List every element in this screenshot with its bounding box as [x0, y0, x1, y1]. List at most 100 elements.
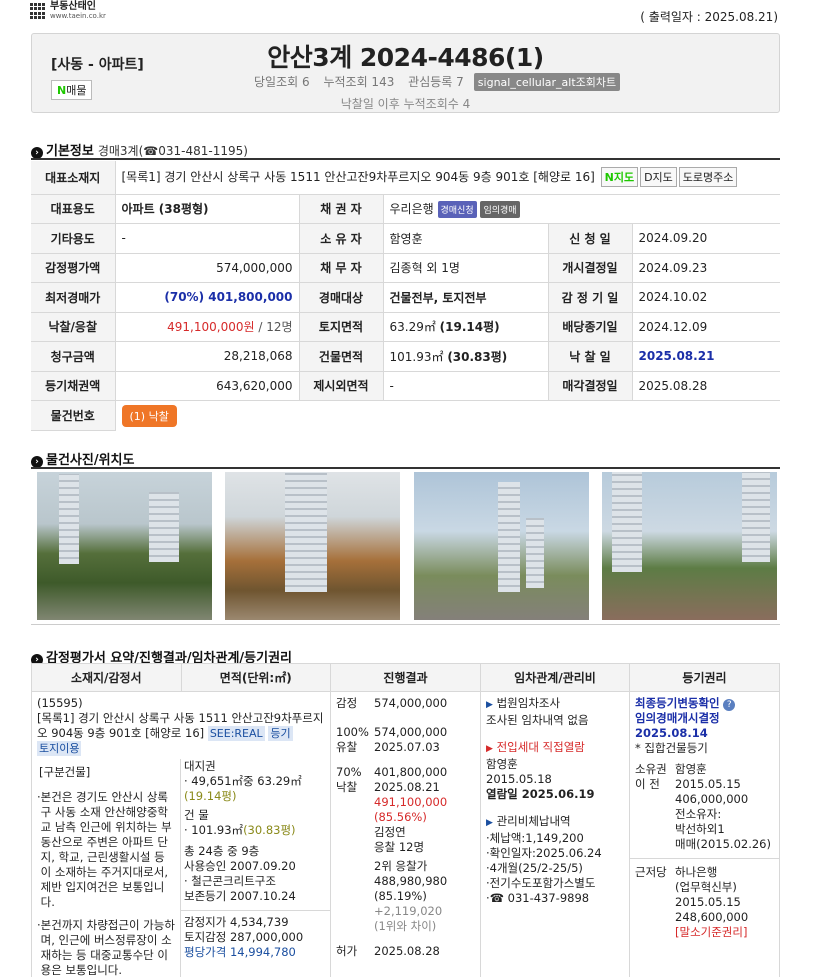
logo-url: www.taein.co.kr: [50, 12, 106, 20]
land-appraisal-value: 287,000,000: [229, 930, 304, 944]
pyeong-price-label: 평당가격: [184, 945, 227, 959]
floor-info: 총 24층 중 9층: [184, 844, 260, 858]
registry-note: * 집합건물등기: [635, 741, 708, 755]
location-area-cell: (15595) [목록1] 경기 안산시 상록구 사동 1511 안산고잔9차푸…: [31, 691, 331, 977]
list-item: · 본건은 경기도 안산시 상록구 사동 소재 안산해양중학교 남측 인근에 위치…: [37, 790, 175, 910]
round1-price: 574,000,000: [374, 725, 448, 739]
owner-value: 함영훈: [383, 223, 549, 254]
after-sale-views: 낙찰일 이후 누적조회수 4: [340, 97, 471, 111]
property-photo-4[interactable]: [601, 472, 777, 620]
move-in-view-title[interactable]: 전입세대 직접열람: [497, 740, 585, 754]
zip-code: (15595): [37, 696, 83, 710]
mortgage-branch: (업무혁신부): [675, 880, 737, 894]
bid-difference: +2,119,020: [374, 904, 443, 918]
auction-apply-tag: 경매신청: [437, 200, 477, 218]
table-row: 감정평가액 574,000,000 채 무 자 김종혁 외 1명 개시결정일 2…: [31, 253, 780, 283]
approval-date: 사용승인 2007.09.20: [184, 859, 296, 873]
property-photo-1[interactable]: [37, 472, 212, 620]
naver-map-button[interactable]: N지도: [600, 167, 639, 188]
appraisal-value: 574,000,000: [115, 253, 300, 283]
building-area-value: 101.93㎡: [389, 349, 448, 364]
land-right-area: · 49,651㎡중 63.29㎡: [184, 774, 302, 788]
round2-result: 낙찰: [336, 780, 358, 794]
usage-value: 아파트 (38평형): [115, 194, 300, 224]
auction-target-label: 경매대상: [299, 282, 384, 313]
price-block: 감정지가 4,534,739 토지감정 287,000,000 평당가격 14,…: [181, 910, 330, 960]
fee-check-date: ·확인일자:2025.06.24: [486, 846, 602, 860]
road-address-button[interactable]: 도로명주소: [678, 167, 738, 188]
progress-appraisal-label: 감정: [336, 696, 358, 710]
extra-area-value: -: [383, 371, 549, 401]
mortgage-bank: 하나은행: [675, 865, 718, 879]
debtor-label: 채 무 자: [299, 253, 384, 283]
round2-winner: 김정연: [374, 825, 406, 839]
land-price-value: 4,534,739: [229, 915, 289, 929]
views-total: 누적조회 143: [323, 75, 395, 89]
section-title: 물건사진/위치도: [46, 453, 135, 468]
appraisal-bullet-1: 본건은 경기도 안산시 상록구 사동 소재 안산해양중학교 남측 인근에 위치하…: [40, 790, 172, 909]
round1-date: 2025.07.03: [374, 740, 440, 754]
naver-map-label: N지도: [604, 171, 635, 185]
sale-decision-value: 2025.08.28: [632, 371, 780, 401]
latest-registry-check[interactable]: 최종등기변동확인: [635, 696, 720, 710]
daum-map-label: D지도: [644, 171, 673, 185]
ownership-amount: 406,000,000: [675, 792, 749, 806]
fee-arrears-amount: ·체납액:1,149,200: [486, 831, 584, 845]
apply-date-label: 신 청 일: [548, 223, 633, 254]
triangle-right-icon: ▶: [486, 700, 493, 710]
summary-table: 소재지/감정서 면적(단위:㎡) 진행결과 임차관계/관리비 등기권리 (155…: [31, 663, 780, 977]
building-title: 건 물: [184, 808, 209, 822]
case-header: [사동 - 아파트] N매물 안산3계 2024-4486(1) 당일조회 6 …: [31, 33, 780, 113]
debtor-value: 김종혁 외 1명: [383, 253, 549, 283]
registry-link[interactable]: 등기: [268, 726, 293, 741]
previous-trade: 매매(2015.02.26): [675, 837, 771, 851]
property-photo-2[interactable]: [225, 472, 401, 620]
auction-type-tag: 임의경매: [480, 200, 520, 218]
tenant-cell: ▶ 법원임차조사 조사된 임차내역 없음 ▶ 전입세대 직접열람 함영훈 201…: [480, 691, 630, 977]
item-number-label: 물건번호: [31, 400, 116, 431]
fee-arrears-title[interactable]: 관리비체납내역: [497, 814, 571, 828]
view-chart-button[interactable]: signal_cellular_alt조회차트: [473, 73, 621, 91]
registered-claims-value: 643,620,000: [115, 371, 300, 401]
list-item: · 본건까지 차량접근이 가능하며, 인근에 버스정류장이 소재하는 등 대중교통…: [37, 918, 175, 977]
second-bid-pct: (85.19%): [374, 889, 427, 903]
basic-info-heading: › 기본정보 경매3계(☎031-481-1195): [31, 140, 248, 159]
property-photo-3[interactable]: [413, 472, 589, 620]
court-survey-title[interactable]: 법원임차조사: [497, 696, 560, 710]
land-area-label: 토지면적: [299, 312, 384, 342]
fee-period: ·4개월(25/2-25/5): [486, 861, 583, 875]
table-row: 기타용도 - 소 유 자 함영훈 신 청 일 2024.09.20: [31, 223, 780, 254]
address-label: 대표소재지: [31, 161, 116, 195]
structure: · 철근콘크리트구조: [184, 874, 276, 888]
fee-phone: ·☎ 031-437-9898: [486, 891, 590, 905]
dividend-deadline-value: 2024.12.09: [632, 312, 780, 342]
item-number-cell: (1) 낙찰: [115, 401, 780, 431]
land-use-link[interactable]: 토지이용: [37, 741, 82, 756]
permit-date: 2025.08.28: [374, 944, 440, 958]
photo-gallery: [37, 472, 777, 620]
transfer-label: 이 전: [635, 777, 660, 791]
land-area-cell: 63.29㎡ (19.14평): [383, 312, 549, 342]
section-divider: [31, 158, 780, 160]
court-contact: 경매3계(☎031-481-1195): [97, 144, 248, 158]
view-stats: 당일조회 6 누적조회 143 관심등록 7 signal_cellular_al…: [254, 73, 630, 91]
appraisal-bullet-2: 본건까지 차량접근이 가능하며, 인근에 버스정류장이 소재하는 등 대중교통수…: [40, 918, 175, 977]
site-logo[interactable]: 부동산태인 www.taein.co.kr: [30, 2, 106, 20]
photo-heading: › 물건사진/위치도: [31, 449, 134, 468]
winning-bid-cell: 491,100,000원 / 12명: [115, 312, 300, 342]
building-type-title: [구분건물]: [39, 765, 91, 779]
item-1-button[interactable]: (1) 낙찰: [121, 404, 177, 427]
help-icon[interactable]: ?: [723, 699, 736, 711]
col-header-registry: 등기권리: [629, 663, 780, 692]
registered-claims-label: 등기채권액: [31, 371, 116, 401]
daum-map-button[interactable]: D지도: [640, 167, 677, 188]
address-value: [목록1] 경기 안산시 상록구 사동 1511 안산고잔9차푸르지오 904동…: [121, 170, 595, 185]
extra-area-label: 제시외면적: [299, 371, 384, 401]
seereal-link[interactable]: SEE:REAL: [207, 726, 265, 741]
table-header-row: 소재지/감정서 면적(단위:㎡) 진행결과 임차관계/관리비 등기권리: [31, 663, 780, 692]
land-right-pyeong: (19.14평): [184, 789, 237, 803]
previous-owner-label: 전소유자:: [675, 807, 722, 821]
move-in-name: 함영훈: [486, 757, 518, 771]
winning-bid-label: 낙찰/응찰: [31, 312, 116, 342]
registry-latest-date: 2025.08.14: [635, 726, 708, 740]
